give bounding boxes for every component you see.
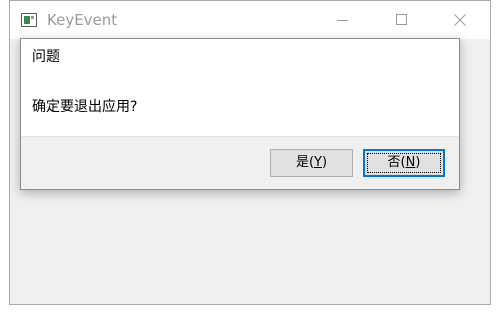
focus-ring	[367, 153, 441, 173]
dialog-button-bar: 是(Y) 否(N)	[21, 136, 459, 189]
maximize-button[interactable]	[380, 1, 426, 39]
question-dialog: 问题 确定要退出应用? 是(Y) 否(N)	[20, 38, 460, 190]
yes-label-suffix: )	[321, 155, 328, 170]
minimize-button[interactable]	[320, 1, 366, 39]
yes-button[interactable]: 是(Y)	[270, 149, 353, 177]
close-button[interactable]	[438, 1, 484, 39]
yes-label-prefix: 是(	[295, 155, 315, 170]
maximize-icon	[396, 14, 407, 25]
minimize-icon	[337, 20, 348, 21]
no-button[interactable]: 否(N)	[363, 149, 445, 177]
dialog-title: 问题	[32, 49, 60, 65]
window-title: KeyEvent	[47, 11, 118, 29]
yes-mnemonic: Y	[314, 155, 322, 170]
close-icon	[454, 14, 466, 26]
app-window-icon[interactable]	[21, 13, 37, 27]
title-bar[interactable]: KeyEvent	[10, 1, 490, 39]
dialog-message: 确定要退出应用?	[32, 99, 138, 115]
